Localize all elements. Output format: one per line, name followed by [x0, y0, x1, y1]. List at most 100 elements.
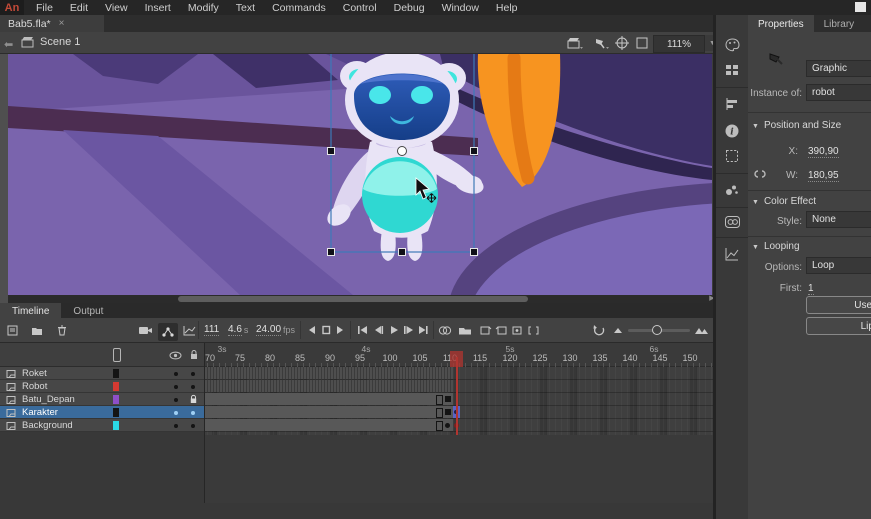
reset-timeline-zoom-button[interactable]	[592, 323, 606, 337]
menu-debug[interactable]: Debug	[394, 2, 425, 14]
layer-lock-icon[interactable]	[189, 394, 198, 404]
align-panel-icon[interactable]	[724, 97, 741, 113]
frame-span[interactable]	[205, 419, 453, 431]
stage-canvas[interactable]	[8, 54, 712, 295]
looping-section-header[interactable]: ▼Looping	[752, 241, 800, 252]
menu-commands[interactable]: Commands	[272, 2, 326, 14]
step-back-button[interactable]	[306, 323, 318, 337]
w-value[interactable]: 180,95	[808, 170, 839, 182]
frames-pane[interactable]: 3s4s5s6s70758085909510010511011512012513…	[205, 343, 713, 503]
swatches-panel-icon[interactable]	[724, 63, 741, 79]
go-to-last-frame-button[interactable]	[417, 323, 430, 337]
instance-of-field[interactable]: robot	[806, 84, 871, 101]
new-layer-button[interactable]	[6, 323, 20, 337]
layer-row-batu_depan[interactable]: Batu_Depan	[0, 393, 204, 406]
document-tab[interactable]: Bab5.fla* ×	[0, 15, 104, 32]
layer-row-karakter[interactable]: Karakter	[0, 406, 204, 419]
span-brackets-button[interactable]	[527, 323, 540, 337]
frame-rate[interactable]: 24.00fps	[256, 323, 295, 337]
menu-help[interactable]: Help	[496, 2, 518, 14]
tab-properties[interactable]: Properties	[748, 15, 814, 32]
use-frame-picker-button[interactable]: Use Fra	[806, 296, 871, 314]
edit-scene-button[interactable]	[566, 35, 584, 51]
menu-modify[interactable]: Modify	[188, 2, 219, 14]
center-stage-button[interactable]	[614, 35, 632, 51]
layer-lock-dot[interactable]	[191, 385, 195, 389]
cc-libraries-panel-icon[interactable]	[724, 215, 741, 231]
frame-row-roket[interactable]	[205, 367, 713, 380]
go-to-first-frame-button[interactable]	[356, 323, 369, 337]
layer-depth-button[interactable]	[182, 323, 196, 337]
layer-visibility-dot[interactable]	[174, 424, 178, 428]
brush-library-panel-icon[interactable]	[724, 183, 741, 199]
frame-span[interactable]	[205, 380, 453, 392]
menu-insert[interactable]: Insert	[145, 2, 171, 14]
frame-span[interactable]	[205, 393, 453, 405]
insert-keyframe-button[interactable]	[479, 323, 492, 337]
layer-visibility-dot[interactable]	[174, 385, 178, 389]
symbol-type-dropdown[interactable]: Graphic	[806, 60, 871, 77]
stage-hscroll-thumb[interactable]	[178, 296, 528, 302]
elapsed-time[interactable]: 4.6s	[228, 323, 248, 337]
lip-syncing-button[interactable]: Lip S	[806, 317, 871, 335]
step-forward-one-frame-button[interactable]	[402, 323, 415, 337]
visibility-column-eye-icon[interactable]	[169, 351, 182, 360]
color-panel-icon[interactable]	[724, 37, 741, 53]
layer-row-robot[interactable]: Robot	[0, 380, 204, 393]
frame-row-robot[interactable]	[205, 380, 713, 393]
menu-control[interactable]: Control	[343, 2, 377, 14]
frame-rows[interactable]	[205, 367, 713, 435]
menu-text[interactable]: Text	[236, 2, 255, 14]
frame-span[interactable]	[205, 406, 453, 418]
frame-span[interactable]	[205, 367, 453, 379]
edit-multiple-frames-button[interactable]	[457, 323, 473, 337]
frame-row-karakter[interactable]	[205, 406, 713, 419]
close-icon[interactable]: ×	[59, 18, 65, 29]
stop-button[interactable]	[320, 323, 332, 337]
frame-row-batu_depan[interactable]	[205, 393, 713, 406]
menu-edit[interactable]: Edit	[70, 2, 88, 14]
insert-blank-keyframe-button[interactable]	[495, 323, 508, 337]
frame-row-background[interactable]	[205, 419, 713, 432]
layer-visibility-dot[interactable]	[174, 398, 178, 402]
step-forward-button[interactable]	[334, 323, 346, 337]
motion-editor-panel-icon[interactable]	[724, 247, 741, 263]
onion-skin-button[interactable]	[437, 323, 453, 337]
selection-handle-left[interactable]	[328, 148, 335, 155]
clip-content-button[interactable]	[634, 35, 652, 51]
menu-file[interactable]: File	[36, 2, 53, 14]
timeline-zoom-slider[interactable]	[628, 329, 690, 332]
loop-options-dropdown[interactable]: Loop	[806, 257, 871, 274]
menu-view[interactable]: View	[105, 2, 128, 14]
style-dropdown[interactable]: None	[806, 211, 871, 228]
selection-handle-bottom-right[interactable]	[471, 249, 478, 256]
play-button[interactable]	[388, 323, 400, 337]
lock-column-icon[interactable]	[189, 349, 199, 360]
camera-button[interactable]	[138, 323, 154, 337]
delete-layer-button[interactable]	[56, 323, 68, 337]
layer-parenting-button[interactable]	[158, 323, 178, 341]
zoom-in-timeline-icon[interactable]	[694, 323, 710, 337]
tab-timeline[interactable]: Timeline	[0, 303, 61, 318]
menu-window[interactable]: Window	[442, 2, 479, 14]
layer-lock-dot[interactable]	[191, 424, 195, 428]
transform-point[interactable]	[398, 147, 407, 156]
layer-lock-dot[interactable]	[191, 411, 195, 415]
zoom-level-field[interactable]: 111%	[653, 35, 705, 53]
x-value[interactable]: 390,90	[808, 146, 839, 158]
auto-keyframe-button[interactable]	[511, 323, 524, 337]
layer-row-roket[interactable]: Roket	[0, 367, 204, 380]
selection-handle-bottom-left[interactable]	[328, 249, 335, 256]
timeline-zoom-slider-knob[interactable]	[652, 325, 662, 335]
selection-handle-right[interactable]	[471, 148, 478, 155]
window-control-box[interactable]	[855, 2, 866, 12]
position-size-section-header[interactable]: ▼Position and Size	[752, 120, 841, 131]
transform-panel-icon[interactable]	[724, 149, 741, 165]
layer-visibility-dot[interactable]	[174, 411, 178, 415]
layer-lock-dot[interactable]	[191, 372, 195, 376]
new-folder-button[interactable]	[30, 323, 44, 337]
back-arrow-icon[interactable]: ⬅	[4, 38, 13, 51]
info-panel-icon[interactable]: i	[724, 123, 741, 139]
stage-horizontal-scrollbar[interactable]	[8, 295, 704, 303]
zoom-out-timeline-icon[interactable]	[612, 323, 624, 337]
